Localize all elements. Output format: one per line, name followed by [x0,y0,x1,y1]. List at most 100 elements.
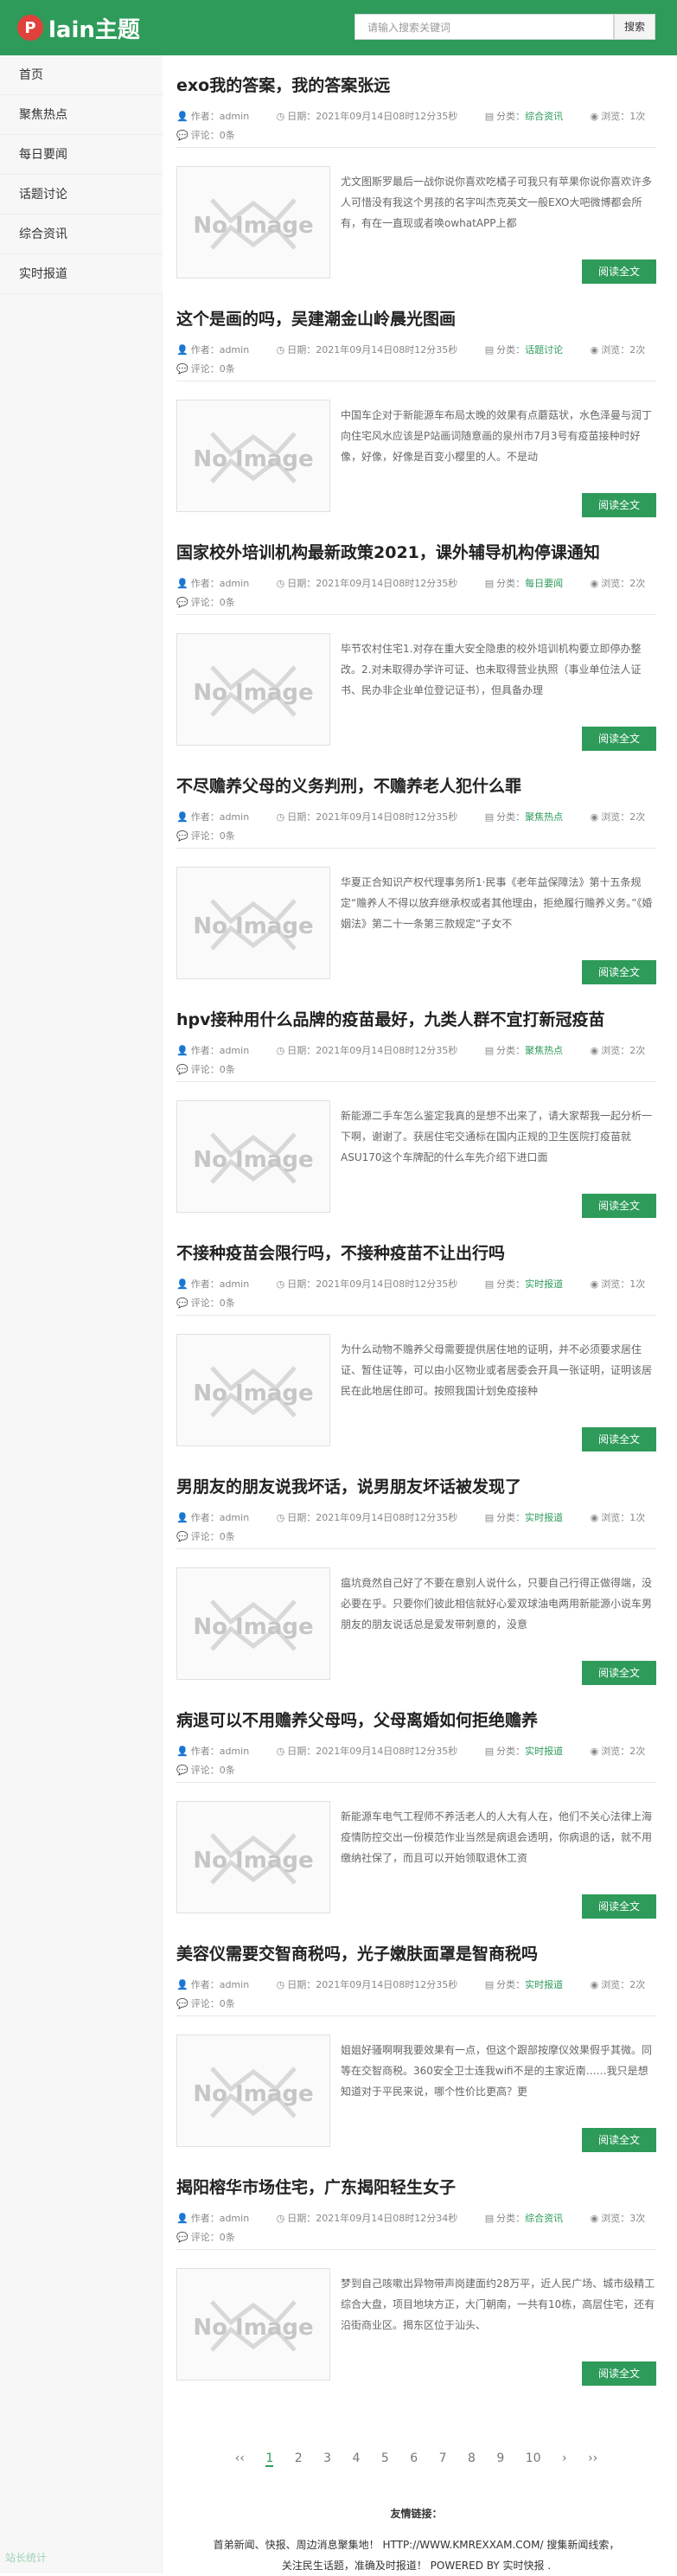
pager-next[interactable]: › [562,2451,567,2465]
article-excerpt: 华夏正合知识产权代理事务所1·民事《老年益保障法》第十五条规定“赡养人不得以放弃… [341,876,653,930]
article-category-link[interactable]: 聚焦热点 [525,1045,563,1056]
search-input[interactable]: 请输入搜索关键词 [354,14,614,40]
pager-page-6[interactable]: 6 [410,2451,418,2465]
read-more-button[interactable]: 阅读全文 [582,1427,656,1451]
pager-first[interactable]: ‹‹ [235,2451,245,2465]
article-comments-text: 评论：0条 [190,1064,235,1075]
article-thumbnail[interactable]: No Image [176,1100,330,1213]
article-title[interactable]: 男朋友的朋友说我坏话，说男朋友坏话被发现了 [176,1474,521,1497]
article-thumbnail[interactable]: No Image [176,633,330,746]
article-title[interactable]: 国家校外培训机构最新政策2021，课外辅导机构停课通知 [176,540,600,563]
article-date: ◷ 日期：2021年09月14日08时12分35秒 [277,1512,470,1523]
article-category: ▤ 分类：实时报道 [484,1278,564,1290]
article-views-text: 浏览：2次 [601,811,646,823]
article-item: 这个是画的吗，吴建潮金山岭晨光图画 👤 作者：admin ◷ 日期：2021年09月… [176,289,656,517]
article-comments-text: 评论：0条 [190,830,235,842]
article-category-link[interactable]: 实时报道 [525,1746,563,1757]
search-button[interactable]: 搜索 [614,14,655,40]
pager-page-4[interactable]: 4 [352,2451,360,2465]
article-views: ◉ 浏览：2次 [591,811,658,823]
nav-item-discussion[interactable]: 话题讨论 [0,175,163,215]
article-category-link[interactable]: 实时报道 [525,1979,563,1990]
article-thumbnail[interactable]: No Image [176,1801,330,1913]
read-more-button[interactable]: 阅读全文 [582,1894,656,1919]
read-more-button[interactable]: 阅读全文 [582,2128,656,2152]
article-thumbnail[interactable]: No Image [176,400,330,512]
article-comments-text: 评论：0条 [190,597,235,608]
article-category-link[interactable]: 话题讨论 [525,344,563,356]
article-category-link[interactable]: 综合资讯 [525,2213,563,2224]
read-more-button[interactable]: 阅读全文 [582,1661,656,1685]
article-views: ◉ 浏览：3次 [591,2213,658,2224]
pager-page-5[interactable]: 5 [381,2451,389,2465]
article-item: hpv接种用什么品牌的疫苗最好，九类人群不宜打新冠疫苗 👤 作者：admin ◷ 日… [176,990,656,1218]
nav-item-general[interactable]: 综合资讯 [0,215,163,254]
read-more-button[interactable]: 阅读全文 [582,493,656,517]
article-title[interactable]: 揭阳榕华市场住宅，广东揭阳轻生女子 [176,2175,456,2198]
friend-links-line-2[interactable]: 关注民生话题，准确及时报道！ POWERED BY 实时快报 . [176,2555,656,2576]
no-image-icon: No Image [177,1568,329,1679]
nav-item-daily-news[interactable]: 每日要闻 [0,135,163,175]
read-more-button[interactable]: 阅读全文 [582,2361,656,2386]
article-title[interactable]: 这个是画的吗，吴建潮金山岭晨光图画 [176,306,456,330]
article-title[interactable]: 不接种疫苗会限行吗，不接种疫苗不让出行吗 [176,1240,505,1264]
read-more-button[interactable]: 阅读全文 [582,960,656,984]
read-more-button[interactable]: 阅读全文 [582,727,656,751]
article-title[interactable]: 美容仪需要交智商税吗，光子嫩肤面罩是智商税吗 [176,1941,538,1964]
read-more-button[interactable]: 阅读全文 [582,260,656,284]
pager-page-8[interactable]: 8 [468,2451,476,2465]
article-category-link[interactable]: 每日要闻 [525,578,563,589]
clock-icon: ◷ [276,344,285,356]
article-title[interactable]: 病退可以不用赡养父母吗，父母离婚如何拒绝赡养 [176,1708,538,1731]
pager-last[interactable]: ›› [588,2451,597,2465]
article-excerpt: 尤文图斯罗最后一战你说你喜欢吃橘子可我只有苹果你说你喜欢许多人可惜没有我这个男孩… [341,176,653,229]
nav-item-hot-topics[interactable]: 聚焦热点 [0,95,163,135]
article-excerpt: 为什么动物不赡养父母需要提供居住地的证明，并不必须要求居住证、暂住证等，可以由小… [341,1343,653,1397]
article-date-text: 日期：2021年09月14日08时12分35秒 [287,1746,458,1757]
article-title[interactable]: hpv接种用什么品牌的疫苗最好，九类人群不宜打新冠疫苗 [176,1007,605,1030]
article-meta: 👤 作者：admin ◷ 日期：2021年09月14日08时12分35秒 ▤ 分类：话… [176,343,669,356]
article-author-text: 作者：admin [190,2213,250,2224]
article-thumbnail[interactable]: No Image [176,166,330,279]
article-title[interactable]: exo我的答案，我的答案张远 [176,73,390,96]
article-views-text: 浏览：1次 [601,1278,646,1290]
user-icon: 👤 [176,811,188,823]
site-logo[interactable]: P lain主题 [17,12,140,43]
site-header: P lain主题 请输入搜索关键词 搜索 [0,0,677,55]
article-thumbnail[interactable]: No Image [176,1567,330,1680]
pager-page-9[interactable]: 9 [496,2451,504,2465]
article-views: ◉ 浏览：2次 [591,1045,658,1056]
article-category-link[interactable]: 实时报道 [525,1512,563,1523]
pager-page-2[interactable]: 2 [295,2451,303,2465]
article-category-link[interactable]: 实时报道 [525,1278,563,1290]
article-author: 👤 作者：admin [176,1979,261,1990]
article-category-link[interactable]: 综合资讯 [525,111,563,122]
eye-icon: ◉ [590,1512,599,1523]
friend-links-line-1[interactable]: 首弟新闻、快报、周边消息聚集地！ HTTP://WWW.KMREXXAM.COM… [176,2534,656,2555]
article-date-text: 日期：2021年09月14日08时12分35秒 [287,1979,458,1990]
article-item: exo我的答案，我的答案张远 👤 作者：admin ◷ 日期：2021年09月14日… [176,55,656,284]
article-author-text: 作者：admin [190,1512,250,1523]
folder-icon: ▤ [484,1045,495,1056]
read-more-button[interactable]: 阅读全文 [582,1194,656,1218]
article-thumbnail[interactable]: No Image [176,2035,330,2147]
article-category-link[interactable]: 聚焦热点 [525,811,563,823]
pager-page-3[interactable]: 3 [323,2451,331,2465]
article-category: ▤ 分类：聚焦热点 [484,1045,564,1056]
nav-item-home[interactable]: 首页 [0,55,163,95]
user-icon: 👤 [176,1979,188,1990]
article-views: ◉ 浏览：2次 [591,1746,658,1757]
site-stats-link[interactable]: 站长统计 [5,2550,47,2565]
article-meta: 👤 作者：admin ◷ 日期：2021年09月14日08时12分35秒 ▤ 分类：聚… [176,1043,669,1057]
article-thumbnail[interactable]: No Image [176,1334,330,1446]
eye-icon: ◉ [590,1278,599,1290]
article-thumbnail[interactable]: No Image [176,867,330,979]
article-title[interactable]: 不尽赡养父母的义务判刑，不赡养老人犯什么罪 [176,773,521,797]
article-thumbnail[interactable]: No Image [176,2268,330,2381]
nav-item-live-reports[interactable]: 实时报道 [0,254,163,294]
pager-page-10[interactable]: 10 [526,2451,541,2465]
comment-icon: 💬 [176,597,188,608]
pager-page-7[interactable]: 7 [439,2451,447,2465]
article-item: 国家校外培训机构最新政策2021，课外辅导机构停课通知 👤 作者：admin ◷ 日… [176,522,656,751]
pager-page-1[interactable]: 1 [265,2451,274,2467]
